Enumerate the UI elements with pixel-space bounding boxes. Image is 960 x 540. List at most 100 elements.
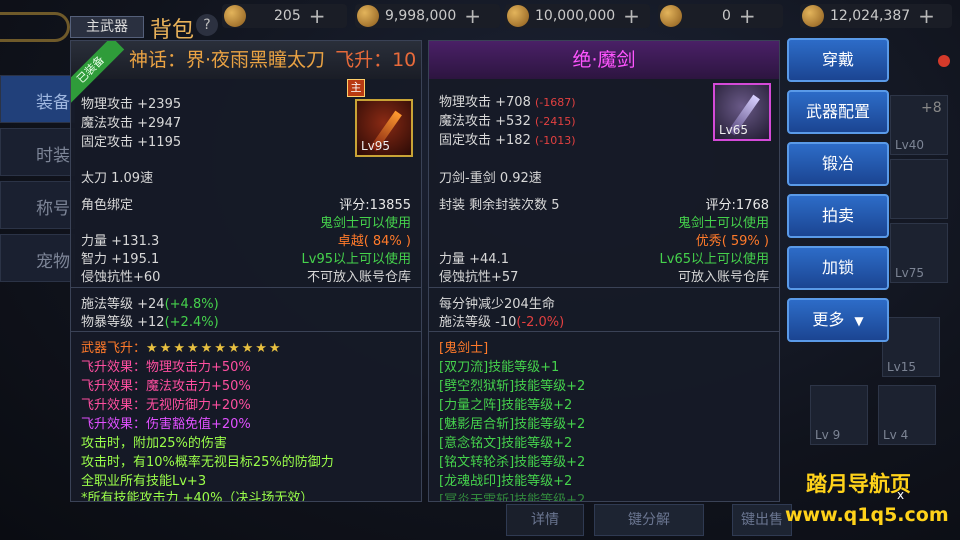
attr-erosion: 侵蚀抗性+57 <box>439 270 519 285</box>
nav-item-equipment[interactable]: 装备 <box>0 75 75 123</box>
skill-bonus: [力量之阵]技能等级+2 <box>439 398 573 413</box>
divider <box>71 331 421 332</box>
main-badge: 主 <box>347 79 365 97</box>
ascension-effect: 飞升效果：魔法攻击力+50% <box>81 379 251 394</box>
item-icon[interactable]: Lv95 <box>355 99 413 157</box>
detail-button[interactable]: 详情 <box>506 504 584 536</box>
cast-level: 施法等级 -10(-2.0%) <box>439 315 565 330</box>
add-icon[interactable]: + <box>464 4 481 28</box>
stat-phys: 物理攻击 +2395 <box>81 97 182 112</box>
add-icon[interactable]: + <box>309 4 326 28</box>
extra-effect: 攻击时，有10%概率无视目标25%的防御力 <box>81 455 334 470</box>
nav-item-fashion[interactable]: 时装 <box>0 128 75 176</box>
forge-button[interactable]: 锻冶 <box>787 142 889 186</box>
ascension-level: 飞升：10 <box>335 49 417 71</box>
seal-info: 封装 剩余封装次数 5 <box>439 198 560 213</box>
currency-1[interactable]: 205 + <box>222 4 347 28</box>
storage-note: 不可放入账号仓库 <box>306 270 411 285</box>
attr-str: 力量 +131.3 <box>81 234 160 249</box>
class-requirement: 鬼剑士可以使用 <box>319 216 411 231</box>
item-grade: 优秀( 59% ) <box>695 234 769 249</box>
currency-2-value: 9,998,000 <box>385 8 457 24</box>
inventory-slot[interactable]: +8 Lv40 <box>890 95 948 155</box>
class-requirement: 鬼剑士可以使用 <box>677 216 769 231</box>
skill-bonus: [意念铭文]技能等级+2 <box>439 436 573 451</box>
attr-erosion: 侵蚀抗性+60 <box>81 270 161 285</box>
equip-button[interactable]: 穿戴 <box>787 38 889 82</box>
more-label: 更多 <box>812 310 845 329</box>
nav-item-pet[interactable]: 宠物 <box>0 234 75 282</box>
currency-3[interactable]: 10,000,000 + <box>505 4 650 28</box>
stat-fixed: 固定攻击 +1195 <box>81 135 182 150</box>
item-level: Lv95 <box>361 139 391 153</box>
item-score: 评分:1768 <box>705 198 769 213</box>
back-arrow-icon[interactable] <box>0 12 70 42</box>
weapon-config-button[interactable]: 武器配置 <box>787 90 889 134</box>
triangle-down-icon: ▼ <box>854 314 864 328</box>
token-icon <box>660 5 682 27</box>
currency-4[interactable]: 0 + <box>658 4 783 28</box>
currency-5-value: 12,024,387 <box>830 8 911 24</box>
crit-level: 物暴等级 +12(+2.4%) <box>81 315 219 330</box>
weapon-ascension: 武器飞升：★★★★★★★★★★ <box>81 341 283 356</box>
cast-level: 施法等级 +24(+4.8%) <box>81 297 219 312</box>
skill-bonus: [劈空烈狱斩]技能等级+2 <box>439 379 586 394</box>
inventory-slot[interactable] <box>890 159 948 219</box>
compare-item-name: 绝·魔剑 <box>429 41 779 79</box>
main-weapon-tag: 主武器 <box>70 16 144 38</box>
skill-bonus: [铭文转轮杀]技能等级+2 <box>439 455 586 470</box>
currency-5[interactable]: 12,024,387 + <box>800 4 952 28</box>
item-name: 神话：界·夜雨黑瞳太刀 <box>129 49 326 71</box>
lock-button[interactable]: 加锁 <box>787 246 889 290</box>
gold-icon <box>357 5 379 27</box>
add-icon[interactable]: + <box>623 4 640 28</box>
left-nav: 装备 时装 称号 宠物 <box>0 75 75 287</box>
add-icon[interactable]: + <box>918 4 935 28</box>
inventory-slot[interactable]: Lv75 <box>890 223 948 283</box>
help-icon[interactable]: ? <box>196 14 218 36</box>
compare-item-panel: 绝·魔剑 Lv65 物理攻击 +708 (-1687) 魔法攻击 +532 (-… <box>428 40 780 502</box>
divider <box>71 287 421 288</box>
weapon-type: 刀剑-重剑 0.92速 <box>439 171 542 186</box>
bulk-dismantle-button[interactable]: 键分解 <box>594 504 704 536</box>
bind-type: 角色绑定 <box>81 198 134 213</box>
attr-int: 智力 +195.1 <box>81 252 160 267</box>
close-icon[interactable]: x <box>897 488 904 502</box>
coupon-icon <box>802 5 824 27</box>
auction-button[interactable]: 拍卖 <box>787 194 889 238</box>
skill-bonus: [双刀流]技能等级+1 <box>439 360 560 375</box>
currency-4-value: 0 <box>722 8 731 24</box>
inventory-slot[interactable]: Lv 4 <box>878 385 936 445</box>
nav-item-title[interactable]: 称号 <box>0 181 75 229</box>
inventory-slot[interactable]: Lv 9 <box>810 385 868 445</box>
add-icon[interactable]: + <box>739 4 756 28</box>
storage-note: 可放入账号仓库 <box>677 270 769 285</box>
attr-str: 力量 +44.1 <box>439 252 509 267</box>
currency-2[interactable]: 9,998,000 + <box>355 4 500 28</box>
skill-bonus: [魅影居合斩]技能等级+2 <box>439 417 586 432</box>
notification-dot <box>938 55 950 67</box>
skill-bonus: [冥炎天雷斩]技能等级+2 <box>439 493 586 502</box>
extra-effect: 攻击时，附加25%的伤害 <box>81 436 227 451</box>
stat-fixed: 固定攻击 +182 (-1013) <box>439 133 576 148</box>
equipped-item-panel: 神话：界·夜雨黑瞳太刀 飞升：10 已装备 Lv95 主 物理攻击 +2395 … <box>70 40 422 502</box>
watermark-url: www.q1q5.com <box>785 504 949 526</box>
item-grade: 卓越( 84% ) <box>337 234 411 249</box>
weapon-type: 太刀 1.09速 <box>81 171 154 186</box>
ascension-effect: 飞升效果：无视防御力+20% <box>81 398 251 413</box>
level-requirement: Lv95以上可以使用 <box>301 252 411 267</box>
divider <box>429 331 779 332</box>
watermark-title: 踏月导航页 <box>806 472 911 496</box>
ascension-stars: ★★★★★★★★★★ <box>146 341 283 356</box>
stat-magic: 魔法攻击 +532 (-2415) <box>439 114 576 129</box>
gem-icon <box>507 5 529 27</box>
ascension-effect: 飞升效果：物理攻击力+50% <box>81 360 251 375</box>
stat-magic: 魔法攻击 +2947 <box>81 116 182 131</box>
class-section: [鬼剑士] <box>439 341 489 356</box>
bulk-sell-button[interactable]: 键出售 <box>732 504 792 536</box>
divider <box>429 287 779 288</box>
more-button[interactable]: 更多 ▼ <box>787 298 889 342</box>
hp-drain: 每分钟减少204生命 <box>439 297 555 312</box>
compare-item-icon[interactable]: Lv65 <box>713 83 771 141</box>
inventory-slot[interactable]: Lv15 <box>882 317 940 377</box>
